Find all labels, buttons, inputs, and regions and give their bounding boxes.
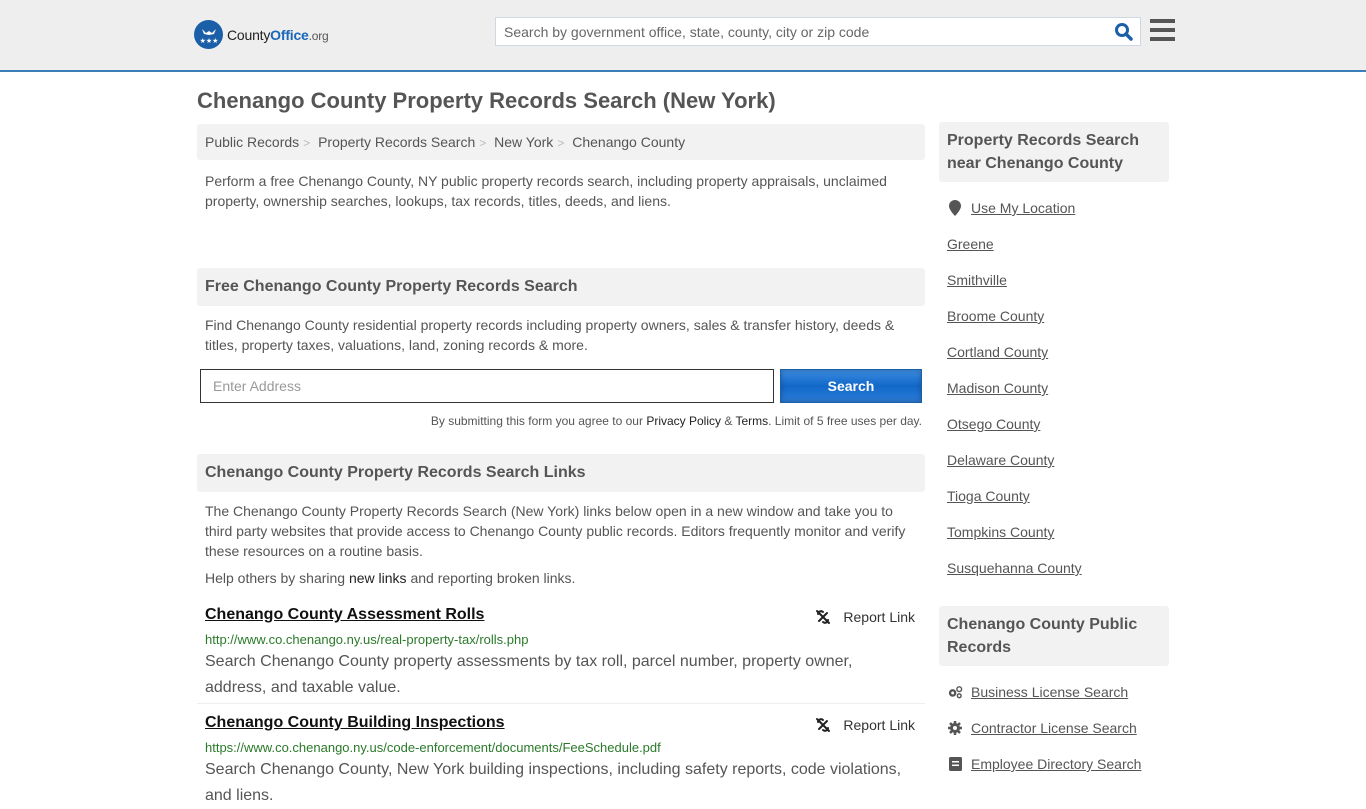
main-content: Public Records > Property Records Search >…	[197, 124, 925, 809]
breadcrumb-public-records[interactable]: Public Records	[205, 134, 299, 150]
nearby-item: Greene	[947, 226, 1161, 262]
employee-directory-search-link[interactable]: Employee Directory Search	[971, 746, 1141, 782]
nearby-item: Otsego County	[947, 406, 1161, 442]
help-text: Help others by sharing new links and rep…	[197, 561, 925, 586]
public-records-heading: Chenango County Public Records	[939, 606, 1169, 666]
nearby-item: Cortland County	[947, 334, 1161, 370]
county-office-logo[interactable]: ★★★ CountyOffice.org	[194, 20, 329, 49]
gear-icon	[947, 721, 963, 735]
new-links-link[interactable]: new links	[349, 570, 407, 586]
use-my-location-link[interactable]: Use My Location	[971, 190, 1075, 226]
broken-link-icon	[816, 718, 831, 732]
hamburger-menu-icon[interactable]	[1150, 19, 1175, 41]
use-location-item: Use My Location	[947, 190, 1161, 226]
report-link-label: Report Link	[843, 717, 915, 733]
result-title-link[interactable]: Chenango County Building Inspections	[205, 714, 505, 731]
result-url: http://www.co.chenango.ny.us/real-proper…	[205, 632, 529, 647]
nearby-list: Use My Location Greene Smithville Broome…	[939, 190, 1169, 586]
directory-icon	[947, 757, 963, 771]
nearby-link-tioga[interactable]: Tioga County	[947, 478, 1030, 514]
map-marker-icon	[947, 200, 963, 216]
site-search-box	[495, 17, 1141, 46]
address-search-form: Search	[197, 369, 925, 405]
report-link-button[interactable]: Report Link	[815, 609, 915, 625]
breadcrumb-separator: >	[303, 136, 311, 150]
help-pre: Help others by sharing	[205, 570, 349, 586]
nearby-link-madison[interactable]: Madison County	[947, 370, 1048, 406]
site-search-input[interactable]	[496, 18, 1106, 45]
breadcrumb-chenango-county[interactable]: Chenango County	[572, 134, 685, 150]
public-record-item: Contractor License Search	[947, 710, 1161, 746]
nearby-link-cortland[interactable]: Cortland County	[947, 334, 1048, 370]
nearby-link-otsego[interactable]: Otsego County	[947, 406, 1040, 442]
nearby-link-tompkins[interactable]: Tompkins County	[947, 514, 1054, 550]
disclaimer-limit-text: . Limit of 5 free uses per day.	[768, 414, 922, 428]
terms-link[interactable]: Terms	[735, 414, 768, 428]
result-item: Chenango County Assessment Rolls Report …	[197, 606, 925, 704]
result-description: Search Chenango County property assessme…	[205, 653, 853, 696]
free-search-text: Find Chenango County residential propert…	[205, 317, 895, 353]
site-header: ★★★ CountyOffice.org	[0, 0, 1366, 72]
disclaimer-amp: &	[721, 414, 736, 428]
nearby-item: Tioga County	[947, 478, 1161, 514]
nearby-link-delaware[interactable]: Delaware County	[947, 442, 1054, 478]
address-input[interactable]	[200, 369, 774, 403]
nearby-item: Delaware County	[947, 442, 1161, 478]
broken-link-icon	[816, 610, 831, 624]
nearby-link-broome[interactable]: Broome County	[947, 298, 1044, 334]
links-heading: Chenango County Property Records Search …	[197, 454, 925, 492]
public-records-list: Business License Search Contractor Licen…	[939, 674, 1169, 782]
svg-text:★★★: ★★★	[199, 37, 218, 45]
search-icon[interactable]	[1114, 22, 1134, 42]
contractor-license-search-link[interactable]: Contractor License Search	[971, 710, 1137, 746]
privacy-policy-link[interactable]: Privacy Policy	[646, 414, 721, 428]
report-link-label: Report Link	[843, 609, 915, 625]
nearby-heading: Property Records Search near Chenango Co…	[939, 122, 1169, 182]
breadcrumb-separator: >	[557, 136, 565, 150]
free-search-heading: Free Chenango County Property Records Se…	[197, 268, 925, 306]
nearby-item: Madison County	[947, 370, 1161, 406]
nearby-link-greene[interactable]: Greene	[947, 226, 994, 262]
breadcrumb-separator: >	[479, 136, 487, 150]
logo-text: CountyOffice.org	[227, 26, 329, 43]
breadcrumb: Public Records > Property Records Search >…	[197, 124, 925, 160]
public-record-item: Employee Directory Search	[947, 746, 1161, 782]
cogs-icon	[947, 685, 963, 699]
public-record-item: Business License Search	[947, 674, 1161, 710]
nearby-item: Broome County	[947, 298, 1161, 334]
links-intro-text: The Chenango County Property Records Sea…	[205, 503, 906, 559]
address-search-button[interactable]: Search	[780, 369, 922, 403]
business-license-search-link[interactable]: Business License Search	[971, 674, 1128, 710]
sidebar: Property Records Search near Chenango Co…	[939, 122, 1169, 782]
intro-text: Perform a free Chenango County, NY publi…	[205, 173, 887, 209]
report-link-button[interactable]: Report Link	[815, 717, 915, 733]
disclaimer-text: By submitting this form you agree to our	[430, 414, 647, 428]
breadcrumb-new-york[interactable]: New York	[494, 134, 553, 150]
nearby-item: Susquehanna County	[947, 550, 1161, 586]
form-disclaimer: By submitting this form you agree to our…	[197, 414, 925, 428]
result-description: Search Chenango County, New York buildin…	[205, 761, 902, 804]
result-item: Chenango County Building Inspections Rep…	[197, 714, 925, 809]
eagle-stars-logo-icon: ★★★	[194, 20, 223, 49]
breadcrumb-property-records-search[interactable]: Property Records Search	[318, 134, 475, 150]
result-url: https://www.co.chenango.ny.us/code-enfor…	[205, 740, 661, 755]
nearby-link-smithville[interactable]: Smithville	[947, 262, 1007, 298]
help-post: and reporting broken links.	[406, 570, 576, 586]
nearby-item: Tompkins County	[947, 514, 1161, 550]
page-title: Chenango County Property Records Search …	[197, 88, 776, 113]
nearby-link-susquehanna[interactable]: Susquehanna County	[947, 550, 1082, 586]
result-title-link[interactable]: Chenango County Assessment Rolls	[205, 606, 484, 623]
nearby-item: Smithville	[947, 262, 1161, 298]
